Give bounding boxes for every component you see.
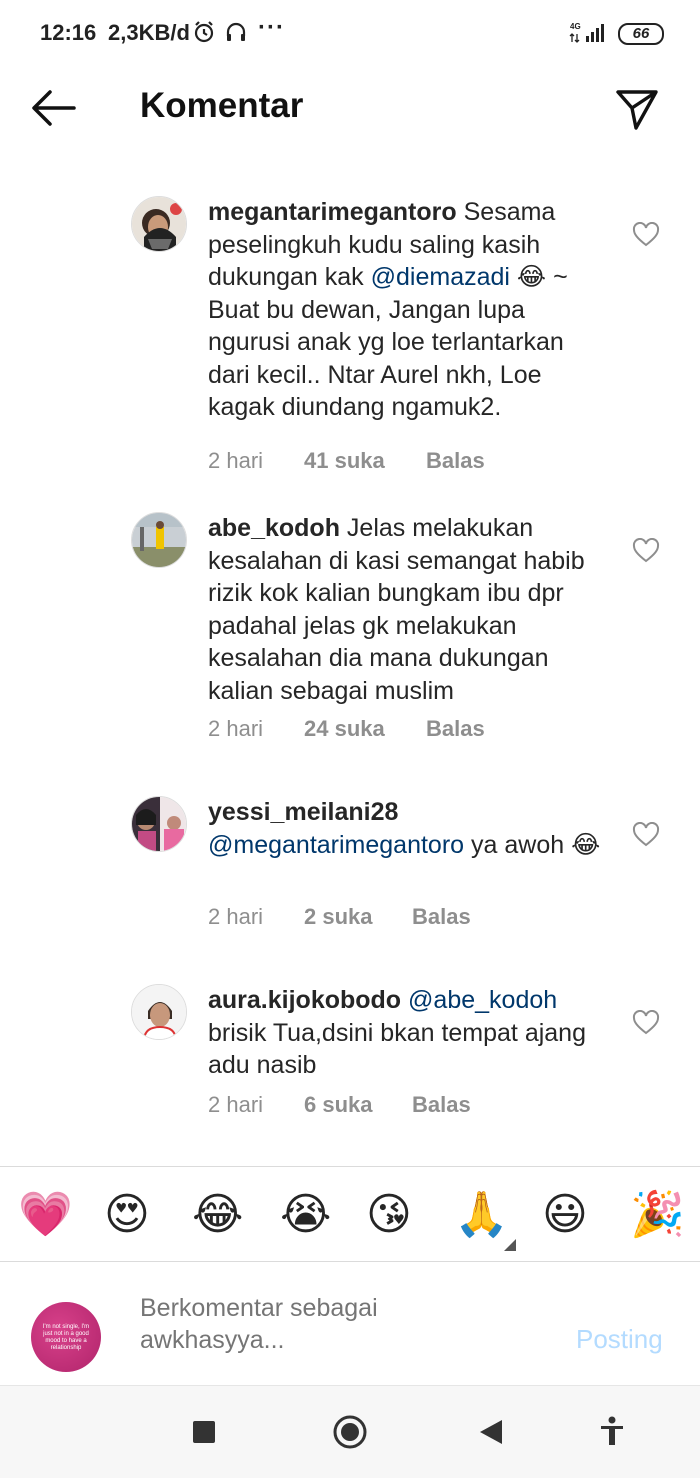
avatar[interactable] <box>131 796 187 852</box>
back-triangle-icon[interactable] <box>480 1420 502 1444</box>
comment-body <box>401 986 408 1014</box>
emoji-crying[interactable]: 😭 <box>280 1185 331 1245</box>
my-avatar: I'm not single, I'm just not in a good m… <box>31 1302 101 1372</box>
comment-composer: I'm not single, I'm just not in a good m… <box>0 1262 700 1386</box>
emoji-party-popper[interactable]: 🎉 <box>630 1185 685 1245</box>
like-heart-icon[interactable] <box>632 1010 660 1036</box>
comment-username[interactable]: megantarimegantoro <box>208 198 457 226</box>
comment-time: 2 hari <box>208 448 264 473</box>
avatar[interactable] <box>131 984 187 1040</box>
emoji-growing-heart[interactable]: 💗 <box>18 1185 73 1245</box>
post-button[interactable]: Posting <box>576 1324 663 1355</box>
comment-text: megantarimegantoro Sesama peselingkuh ku… <box>208 196 606 424</box>
more-notifications-icon: ··· <box>258 14 285 41</box>
comment-body-cont: brisik Tua,dsini bkan tempat ajang adu n… <box>208 1018 586 1080</box>
signal-icon: 4G <box>569 22 604 43</box>
accessibility-icon[interactable] <box>598 1416 626 1446</box>
emoji-tears-of-joy[interactable]: 😂 <box>192 1185 243 1245</box>
comment-username[interactable]: abe_kodoh <box>208 514 340 542</box>
like-heart-icon[interactable] <box>632 222 660 248</box>
emoji-quick-bar: 💗 😍 😂 😭 😘 🙏 😃 🎉 <box>0 1166 700 1262</box>
comment-mention[interactable]: @abe_kodoh <box>408 986 557 1014</box>
system-nav-bar <box>0 1386 700 1478</box>
emoji-folded-hands[interactable]: 🙏 <box>454 1185 509 1245</box>
like-heart-icon[interactable] <box>632 822 660 848</box>
comment-time: 2 hari <box>208 1092 264 1117</box>
page-title: Komentar <box>140 86 304 125</box>
status-time: 12:16 <box>40 20 97 45</box>
comment-likes[interactable]: 2 suka <box>304 904 412 930</box>
comment-time: 2 hari <box>208 716 264 741</box>
reply-button[interactable]: Balas <box>426 448 485 474</box>
comment-body: Jelas melakukan kesalahan di kasi semang… <box>208 514 585 705</box>
avatar-caption: I'm not single, I'm just not in a good m… <box>42 1324 90 1351</box>
comment-meta: 2 hari 41 suka Balas <box>208 448 485 474</box>
comment-text: abe_kodoh Jelas melakukan kesalahan di k… <box>208 512 606 707</box>
comment-username[interactable]: yessi_meilani28 <box>208 798 398 826</box>
emoji-heart-eyes[interactable]: 😍 <box>104 1185 150 1245</box>
emoji-kiss[interactable]: 😘 <box>366 1185 412 1245</box>
like-heart-icon[interactable] <box>632 538 660 564</box>
reply-button[interactable]: Balas <box>426 716 485 742</box>
home-circle-icon[interactable] <box>332 1414 368 1450</box>
comment-meta: 2 hari 24 suka Balas <box>208 716 485 742</box>
status-bar: 12:16 2,3KB/d ··· 4G 66 <box>0 0 700 68</box>
reply-button[interactable]: Balas <box>412 904 471 930</box>
comment-meta: 2 hari 6 suka Balas <box>208 1092 471 1118</box>
recents-square-icon[interactable] <box>192 1420 216 1444</box>
avatar[interactable] <box>131 512 187 568</box>
avatar[interactable] <box>131 196 187 252</box>
status-network-speed: 2,3KB/d <box>108 20 190 45</box>
comment-username[interactable]: aura.kijokobodo <box>208 986 401 1014</box>
comment-mention[interactable]: @megantarimegantoro <box>208 831 464 859</box>
comment-body-cont: ya awoh 😂 <box>464 830 601 859</box>
comment-mention[interactable]: @diemazadi <box>371 263 510 291</box>
send-direct-icon[interactable] <box>612 84 662 134</box>
headphones-icon <box>226 22 246 41</box>
skin-tone-indicator-icon <box>504 1239 516 1251</box>
comment-meta: 2 hari 2 suka Balas <box>208 904 471 930</box>
comment-input[interactable] <box>140 1292 440 1356</box>
network-type: 4G <box>570 22 581 31</box>
header: Komentar <box>0 68 700 148</box>
comment-time: 2 hari <box>208 904 264 929</box>
comment-text: yessi_meilani28 @megantarimegantoro ya a… <box>208 796 606 861</box>
comment-likes[interactable]: 24 suka <box>304 716 426 742</box>
battery-indicator: 66 <box>618 23 664 45</box>
comment-likes[interactable]: 41 suka <box>304 448 426 474</box>
alarm-icon <box>194 21 214 43</box>
comment-likes[interactable]: 6 suka <box>304 1092 412 1118</box>
reply-button[interactable]: Balas <box>412 1092 471 1118</box>
comment-text: aura.kijokobodo @abe_kodoh brisik Tua,ds… <box>208 984 606 1082</box>
emoji-smiley[interactable]: 😃 <box>542 1185 588 1245</box>
back-arrow-icon[interactable] <box>28 86 80 130</box>
